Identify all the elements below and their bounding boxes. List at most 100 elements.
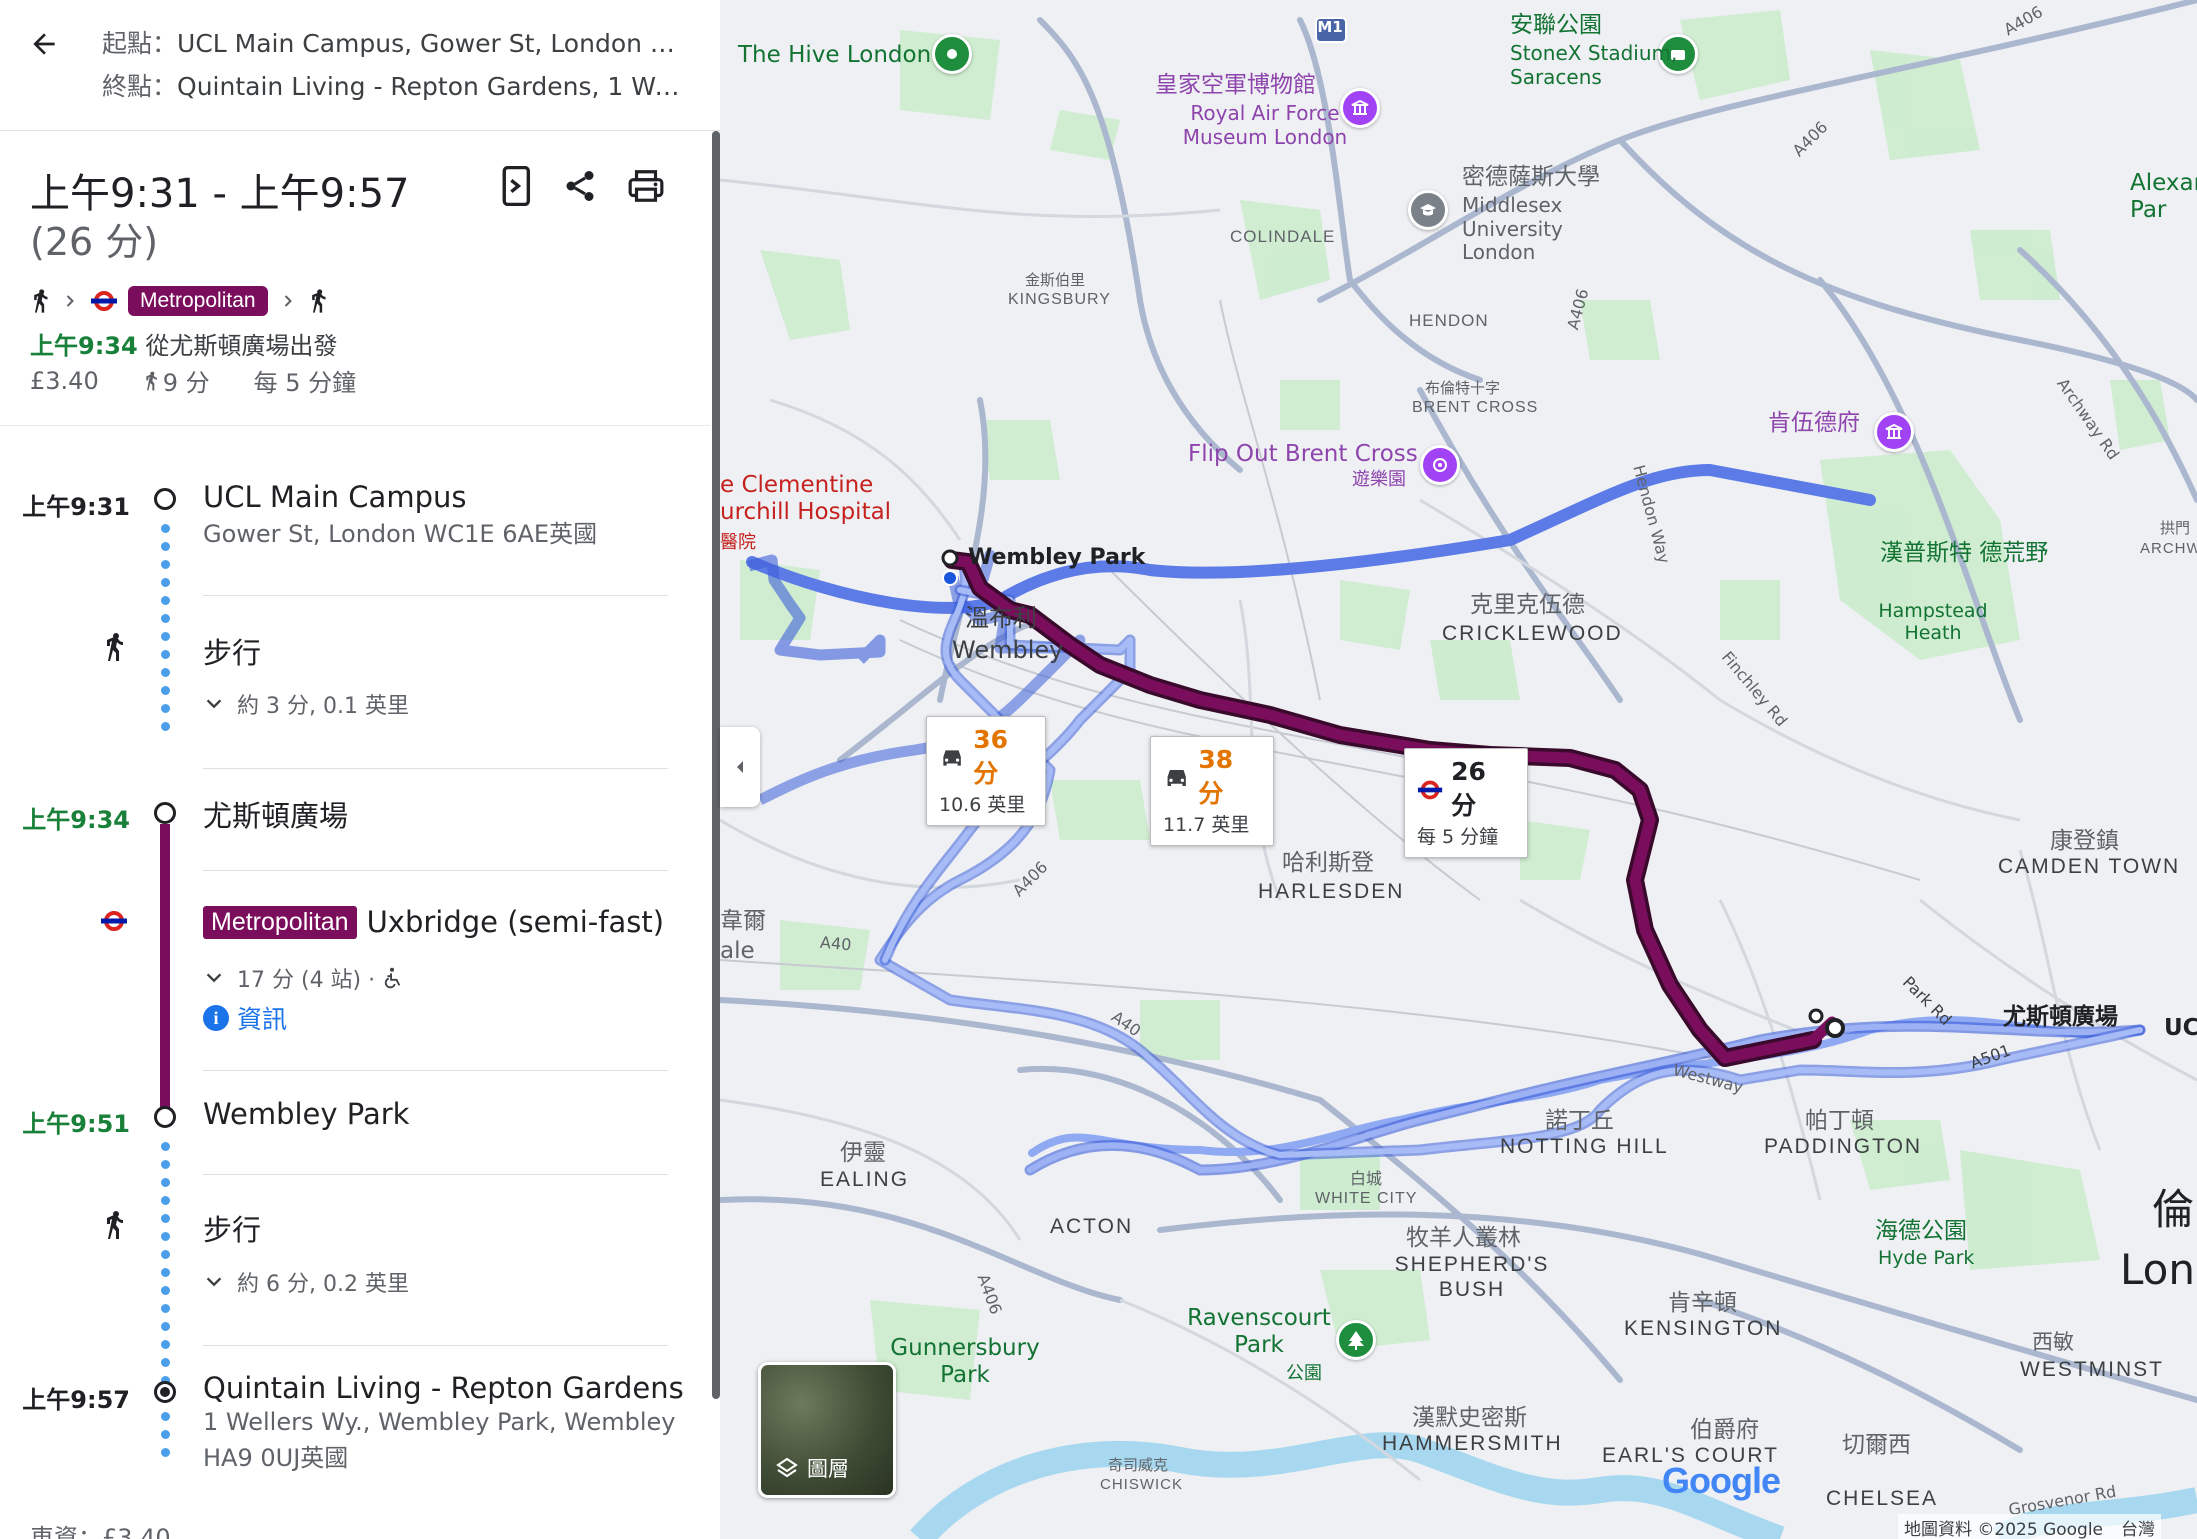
divider <box>203 1174 668 1175</box>
station-node <box>154 802 176 824</box>
transit-line-bar <box>160 824 170 1114</box>
poi-stonex-en[interactable]: StoneX Stadium, Saracens <box>1510 41 1690 89</box>
area-camden-zh: 康登鎮 <box>2050 828 2119 854</box>
collapse-panel-button[interactable] <box>720 727 760 807</box>
line-info-link[interactable]: i 資訊 <box>203 1000 287 1036</box>
car-icon <box>1167 769 1186 786</box>
area-westminster-zh: 西敏 <box>2032 1330 2074 1354</box>
area-notting-zh: 諾丁丘 <box>1545 1108 1614 1134</box>
departure-info: 上午9:34 從尤斯頓廣場出發 <box>30 326 337 361</box>
transit-route-card[interactable]: 26 分 每 5 分鐘 <box>1404 748 1528 858</box>
destination-field[interactable]: 終點：Quintain Living - Repton Gardens, 1 W… <box>102 67 682 103</box>
walk2-expand[interactable]: 約 6 分, 0.2 英里 <box>203 1266 409 1298</box>
university-icon[interactable] <box>1408 190 1448 230</box>
poi-raf-zh[interactable]: 皇家空軍博物館 <box>1155 72 1316 99</box>
place-ucl-label[interactable]: UC <box>2164 1015 2197 1042</box>
map-canvas[interactable]: M1 The Hive London 安聯公園 StoneX Stadium, … <box>720 0 2197 1539</box>
poi-middlesex-zh[interactable]: 密德薩斯大學 <box>1462 164 1600 191</box>
underground-icon <box>91 291 117 311</box>
print-button[interactable] <box>621 161 671 211</box>
departure-text: 從尤斯頓廣場出發 <box>145 332 338 360</box>
poi-hive-label[interactable]: The Hive London <box>738 42 931 69</box>
amusement-icon[interactable] <box>1420 445 1460 485</box>
area-chelsea-zh: 切爾西 <box>1842 1432 1911 1458</box>
poi-hampstead-zh[interactable]: 漢普斯特 德荒野 <box>1880 540 2048 567</box>
park-icon[interactable] <box>1336 1320 1376 1360</box>
poi-alexandra[interactable]: Alexan Par <box>2130 170 2197 224</box>
back-button[interactable] <box>22 22 66 66</box>
underground-icon <box>101 911 127 931</box>
driving-route-card-1[interactable]: 36 分 10.6 英里 <box>926 716 1046 826</box>
area-chiswick-zh: 奇司威克 <box>1108 1456 1169 1474</box>
card1-distance: 10.6 英里 <box>939 794 1026 816</box>
card1-time: 36 分 <box>973 725 1008 788</box>
line-row: Metropolitan Uxbridge (semi-fast) <box>203 905 664 939</box>
send-to-phone-icon <box>502 166 531 206</box>
arrive-station[interactable]: Wembley Park <box>203 1097 409 1131</box>
start-title[interactable]: UCL Main Campus <box>203 480 466 514</box>
amusement-icon <box>1433 458 1447 472</box>
area-chelsea: CHELSEA <box>1826 1487 1939 1510</box>
transit-card-frequency: 每 5 分鐘 <box>1417 826 1499 848</box>
attribution-text: 地圖資料 ©2025 Google <box>1904 1520 2104 1539</box>
route-header: 起點：UCL Main Campus, Gower St, London WC.… <box>0 0 720 131</box>
poi-kenwood-zh[interactable]: 肯伍德府 <box>1768 410 1860 437</box>
google-logo: Google <box>1662 1460 1781 1502</box>
poi-hydepark[interactable]: Hyde Park <box>1878 1247 1974 1269</box>
end-address-line2: HA9 0UJ英國 <box>203 1444 349 1472</box>
info-label: 資訊 <box>237 1005 288 1034</box>
station-name[interactable]: 尤斯頓廣場 <box>203 793 348 835</box>
poi-ravenscourt[interactable]: Ravenscourt Park <box>1184 1305 1334 1359</box>
museum-icon <box>1351 99 1369 115</box>
chevron-down-icon <box>206 1277 222 1287</box>
poi-hydepark-zh[interactable]: 海德公園 <box>1875 1218 1967 1245</box>
line-expand[interactable]: 17 分 (4 站) · <box>203 962 403 994</box>
poi-stonex-zh[interactable]: 安聯公園 <box>1510 12 1602 39</box>
share-button[interactable] <box>555 161 605 211</box>
map-attribution[interactable]: 地圖資料 ©2025 Google 台灣 <box>1898 1514 2162 1539</box>
layers-icon <box>776 1457 798 1478</box>
area-paddington: PADDINGTON <box>1764 1135 1923 1158</box>
chevron-right-icon <box>66 295 74 307</box>
area-chiswick: CHISWICK <box>1100 1476 1183 1493</box>
area-whitecity-zh: 白城 <box>1350 1169 1383 1188</box>
walk1-expand[interactable]: 約 3 分, 0.1 英里 <box>203 688 409 720</box>
place-pin-icon[interactable] <box>932 34 972 74</box>
area-wembley: Wembley <box>952 636 1064 664</box>
area-ealing: EALING <box>820 1168 910 1191</box>
area-shepherds: SHEPHERD'S BUSH <box>1394 1253 1550 1301</box>
area-archway: ARCHWA <box>2140 540 2197 557</box>
region-label[interactable]: 台灣 <box>2121 1520 2155 1539</box>
poi-gunnersbury[interactable]: Gunnersbury Park <box>890 1335 1040 1389</box>
scrollbar[interactable] <box>712 131 720 1399</box>
origin-field[interactable]: 起點：UCL Main Campus, Gower St, London WC.… <box>102 24 682 60</box>
start-node <box>154 488 176 510</box>
start-address: Gower St, London WC1E 6AE英國 <box>203 520 598 548</box>
poi-clementine[interactable]: e Clementine urchill Hospital <box>720 472 920 526</box>
end-title[interactable]: Quintain Living - Repton Gardens <box>203 1371 684 1405</box>
poi-flipout[interactable]: Flip Out Brent Cross <box>1188 441 1418 468</box>
poi-clementine-zh[interactable]: 醫院 <box>720 532 756 553</box>
area-acton: ACTON <box>1050 1215 1134 1238</box>
poi-raf-en[interactable]: Royal Air Force Museum London <box>1175 101 1355 149</box>
historic-icon[interactable] <box>1874 412 1914 452</box>
poi-flipout-zh[interactable]: 遊樂園 <box>1352 469 1406 490</box>
line-chip: Metropolitan <box>203 905 357 939</box>
departure-time: 上午9:34 <box>30 332 138 360</box>
driving-route-card-2[interactable]: 38 分 11.7 英里 <box>1150 736 1274 846</box>
poi-ravenscourt-zh[interactable]: 公園 <box>1286 1363 1322 1384</box>
divider <box>203 595 668 596</box>
museum-icon[interactable] <box>1340 88 1380 128</box>
area-hammersmith-zh: 漢默史密斯 <box>1412 1405 1527 1431</box>
divider <box>203 768 668 769</box>
station-wembley-park-label[interactable]: Wembley Park <box>968 545 1145 571</box>
poi-middlesex-en[interactable]: Middlesex University London <box>1462 193 1622 265</box>
station-euston-square-label[interactable]: 尤斯頓廣場 <box>2003 1004 2118 1031</box>
send-to-phone-button[interactable] <box>492 161 542 211</box>
layers-button[interactable]: 圖層 <box>758 1362 896 1498</box>
area-kingsbury: KINGSBURY <box>1008 291 1111 308</box>
area-alperton-zh: 韋爾 <box>720 908 766 934</box>
station-time: 上午9:34 <box>22 806 130 834</box>
walk2-detail: 約 6 分, 0.2 英里 <box>237 1272 409 1297</box>
poi-hampstead[interactable]: Hampstead Heath <box>1878 600 1988 645</box>
